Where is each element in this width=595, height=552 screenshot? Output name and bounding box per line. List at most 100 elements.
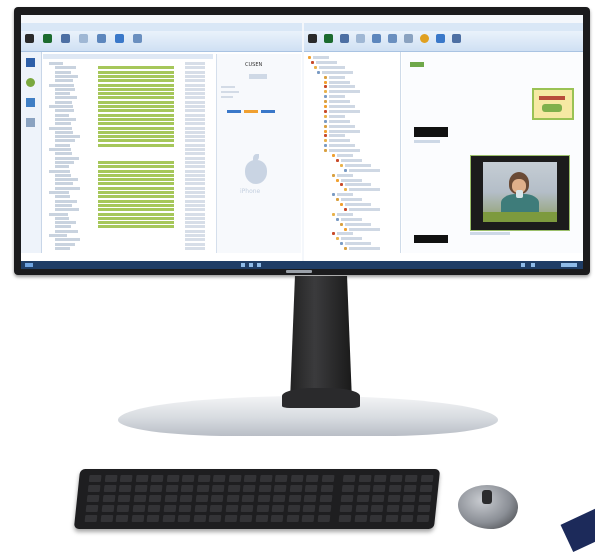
list-row-label[interactable] — [55, 152, 72, 156]
tree-node-label[interactable] — [329, 114, 345, 118]
tree-node-label[interactable] — [329, 149, 360, 153]
list-row-label[interactable] — [49, 169, 70, 173]
tree-node-icon[interactable] — [324, 109, 327, 113]
keyboard-key[interactable] — [163, 505, 176, 512]
tree-node-label[interactable] — [345, 222, 371, 226]
keyboard-key[interactable] — [193, 515, 206, 522]
tree-node-label[interactable] — [329, 105, 355, 108]
keyboard-key[interactable] — [274, 475, 288, 482]
tree-node-label[interactable] — [345, 242, 371, 246]
keyboard-key[interactable] — [401, 505, 415, 512]
tree-node-label[interactable] — [337, 232, 353, 236]
keyboard-key[interactable] — [149, 485, 163, 492]
tree-node-label[interactable] — [319, 65, 345, 69]
tree-node-icon[interactable] — [308, 56, 311, 59]
search-icon[interactable] — [388, 34, 397, 43]
keyboard-key[interactable] — [370, 505, 384, 512]
tree-node-icon[interactable] — [324, 75, 327, 79]
keyboard-key[interactable] — [319, 495, 332, 502]
keyboard-key[interactable] — [85, 505, 99, 512]
keyboard-key[interactable] — [133, 495, 146, 502]
list-row-label[interactable] — [49, 191, 69, 194]
keyboard-key[interactable] — [197, 475, 211, 482]
tree-node-label[interactable] — [329, 75, 345, 79]
tree-node-icon[interactable] — [324, 149, 327, 153]
list-row-label[interactable] — [55, 208, 79, 212]
keyboard-key[interactable] — [102, 495, 115, 502]
tree-node-icon[interactable] — [344, 207, 347, 211]
start-icon[interactable] — [25, 263, 33, 267]
restore-icon[interactable] — [324, 34, 333, 43]
tree-node-label[interactable] — [349, 227, 380, 231]
keyboard-key[interactable] — [400, 515, 414, 522]
tree-node-label[interactable] — [337, 173, 353, 177]
tree-node-label[interactable] — [329, 124, 355, 128]
list-row-label[interactable] — [49, 83, 74, 87]
keyboard-key[interactable] — [116, 505, 130, 512]
keyboard-key[interactable] — [211, 485, 225, 492]
help-icon[interactable] — [452, 34, 461, 43]
keyboard-key[interactable] — [239, 515, 253, 522]
tree-node-icon[interactable] — [324, 119, 327, 123]
tree-node-icon[interactable] — [324, 139, 327, 143]
tree-node-label[interactable] — [349, 247, 380, 251]
keyboard-key[interactable] — [320, 485, 333, 492]
keyboard-key[interactable] — [273, 485, 287, 492]
tree-node-label[interactable] — [341, 158, 362, 162]
list-row-label[interactable] — [55, 122, 71, 126]
keyboard-key[interactable] — [418, 495, 431, 502]
tree-node-icon[interactable] — [340, 183, 343, 187]
tree-node-label[interactable] — [345, 183, 371, 187]
messages-icon[interactable] — [26, 98, 35, 107]
folder-icon[interactable] — [97, 34, 106, 43]
keyboard-key[interactable] — [150, 475, 164, 482]
list-row-label[interactable] — [55, 186, 80, 190]
contacts-icon[interactable] — [26, 78, 35, 87]
tree-node-icon[interactable] — [336, 217, 339, 221]
folder-icon[interactable] — [372, 34, 381, 43]
keyboard-key[interactable] — [354, 515, 367, 522]
list-row-label[interactable] — [55, 135, 80, 139]
tree-node-icon[interactable] — [324, 124, 327, 128]
keyboard-key[interactable] — [196, 485, 209, 492]
keyboard-key[interactable] — [178, 505, 192, 512]
list-row-label[interactable] — [55, 92, 70, 96]
list-row-label[interactable] — [49, 105, 73, 108]
keyboard-key[interactable] — [255, 515, 268, 522]
device-icon[interactable] — [356, 34, 365, 43]
keyboard-key[interactable] — [88, 475, 102, 482]
tree-node-label[interactable] — [329, 80, 350, 84]
list-row-label[interactable] — [55, 143, 70, 147]
globe-icon[interactable] — [420, 34, 429, 43]
list-row-label[interactable] — [55, 160, 74, 164]
keyboard-key[interactable] — [177, 515, 191, 522]
keyboard-key[interactable] — [402, 495, 416, 502]
list-row-label[interactable] — [55, 139, 75, 143]
list-row-label[interactable] — [49, 212, 68, 216]
download-icon[interactable] — [115, 34, 124, 43]
backup-icon[interactable] — [308, 34, 317, 43]
tree-node-icon[interactable] — [340, 203, 343, 206]
keyboard-key[interactable] — [118, 485, 132, 492]
mouse-wheel[interactable] — [482, 490, 492, 504]
wrench-icon[interactable] — [340, 34, 349, 43]
tree-node-icon[interactable] — [332, 212, 335, 216]
wrench-icon[interactable] — [61, 34, 70, 43]
tree-node-icon[interactable] — [324, 80, 327, 84]
tree-node-icon[interactable] — [324, 95, 327, 99]
export-icon[interactable] — [436, 34, 445, 43]
keyboard-key[interactable] — [181, 475, 195, 482]
keyboard-key[interactable] — [194, 505, 207, 512]
list-row-label[interactable] — [55, 70, 71, 74]
tree-node-label[interactable] — [329, 85, 355, 89]
tree-node-icon[interactable] — [332, 173, 335, 177]
settings-icon[interactable] — [133, 34, 142, 43]
keyboard-key[interactable] — [355, 505, 368, 512]
keyboard-key[interactable] — [387, 495, 400, 502]
tree-node-icon[interactable] — [336, 237, 339, 241]
keyboard-key[interactable] — [104, 475, 118, 482]
list-row-label[interactable] — [55, 238, 80, 242]
keyboard-key[interactable] — [339, 505, 353, 512]
tree-node-label[interactable] — [337, 154, 353, 157]
keyboard-key[interactable] — [101, 505, 114, 512]
